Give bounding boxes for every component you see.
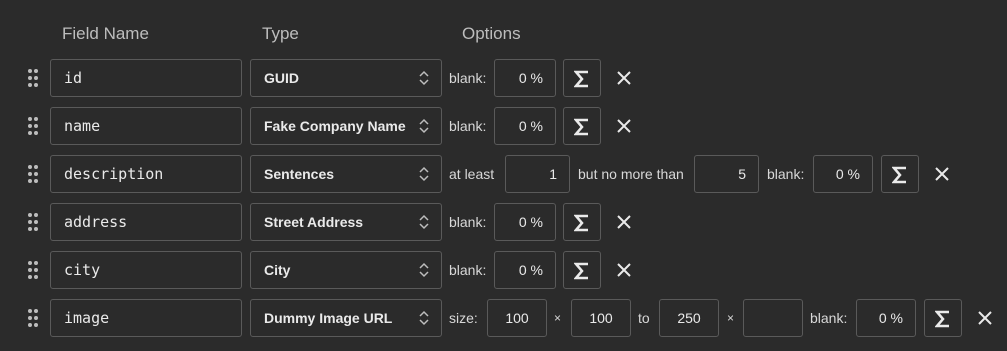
to-label: to — [638, 310, 650, 326]
field-name-input[interactable]: image — [50, 299, 242, 337]
blank-label: blank: — [767, 166, 805, 182]
field-name-input[interactable]: address — [50, 203, 242, 241]
field-row-id: id GUID blank: 0 % — [0, 59, 1007, 99]
max-height-input[interactable] — [743, 299, 803, 337]
field-type-value: Sentences — [264, 166, 335, 182]
size-label: size: — [449, 310, 478, 326]
field-type-value: City — [264, 262, 291, 278]
select-arrows-icon — [419, 213, 429, 231]
field-type-select[interactable]: Fake Company Name — [250, 107, 442, 145]
drag-handle-icon[interactable] — [28, 117, 40, 137]
blank-percent-input[interactable]: 0 % — [813, 155, 873, 193]
field-name-input[interactable]: description — [50, 155, 242, 193]
sigma-formula-button[interactable] — [563, 251, 601, 289]
field-type-value: Fake Company Name — [264, 118, 406, 134]
field-name-input[interactable]: city — [50, 251, 242, 289]
sigma-formula-button[interactable] — [924, 299, 962, 337]
field-type-select[interactable]: Sentences — [250, 155, 442, 193]
remove-field-icon[interactable] — [616, 70, 632, 86]
field-row-description: description Sentences at least 1 but no … — [0, 155, 1007, 195]
field-row-name: name Fake Company Name blank: 0 % — [0, 107, 1007, 147]
field-type-select[interactable]: Dummy Image URL — [250, 299, 442, 337]
field-row-city: city City blank: 0 % — [0, 251, 1007, 291]
drag-handle-icon[interactable] — [28, 309, 40, 329]
blank-label: blank: — [449, 214, 487, 230]
blank-label: blank: — [449, 262, 487, 278]
field-name-input[interactable]: name — [50, 107, 242, 145]
select-arrows-icon — [419, 69, 429, 87]
field-type-value: Dummy Image URL — [264, 310, 393, 326]
remove-field-icon[interactable] — [616, 262, 632, 278]
remove-field-icon[interactable] — [616, 118, 632, 134]
field-row-address: address Street Address blank: 0 % — [0, 203, 1007, 243]
blank-percent-input[interactable]: 0 % — [494, 251, 556, 289]
select-arrows-icon — [419, 165, 429, 183]
blank-percent-input[interactable]: 0 % — [494, 107, 556, 145]
remove-field-icon[interactable] — [616, 214, 632, 230]
remove-field-icon[interactable] — [977, 310, 993, 326]
sigma-formula-button[interactable] — [563, 59, 601, 97]
field-type-value: GUID — [264, 70, 299, 86]
min-height-input[interactable]: 100 — [571, 299, 631, 337]
times-sign: × — [554, 311, 562, 325]
field-type-select[interactable]: Street Address — [250, 203, 442, 241]
field-type-select[interactable]: GUID — [250, 59, 442, 97]
max-width-input[interactable]: 250 — [659, 299, 719, 337]
max-sentences-input[interactable]: 5 — [694, 155, 759, 193]
blank-percent-input[interactable]: 0 % — [856, 299, 916, 337]
field-row-image: image Dummy Image URL size: 100 × 100 to… — [0, 299, 1007, 339]
drag-handle-icon[interactable] — [28, 69, 40, 89]
select-arrows-icon — [419, 261, 429, 279]
at-least-label: at least — [449, 166, 495, 182]
times-sign: × — [727, 311, 735, 325]
min-width-input[interactable]: 100 — [487, 299, 547, 337]
drag-handle-icon[interactable] — [28, 261, 40, 281]
blank-percent-input[interactable]: 0 % — [494, 203, 556, 241]
blank-label: blank: — [449, 70, 487, 86]
remove-field-icon[interactable] — [934, 166, 950, 182]
select-arrows-icon — [419, 117, 429, 135]
field-name-input[interactable]: id — [50, 59, 242, 97]
header-field-name: Field Name — [62, 24, 149, 43]
sigma-formula-button[interactable] — [563, 107, 601, 145]
drag-handle-icon[interactable] — [28, 213, 40, 233]
select-arrows-icon — [419, 309, 429, 327]
blank-label: blank: — [449, 118, 487, 134]
blank-percent-input[interactable]: 0 % — [494, 59, 556, 97]
field-type-value: Street Address — [264, 214, 364, 230]
header-options: Options — [462, 24, 521, 43]
field-type-select[interactable]: City — [250, 251, 442, 289]
drag-handle-icon[interactable] — [28, 165, 40, 185]
sigma-formula-button[interactable] — [881, 155, 919, 193]
header-type: Type — [262, 24, 299, 43]
no-more-than-label: but no more than — [578, 166, 684, 182]
min-sentences-input[interactable]: 1 — [505, 155, 570, 193]
sigma-formula-button[interactable] — [563, 203, 601, 241]
blank-label: blank: — [810, 310, 848, 326]
